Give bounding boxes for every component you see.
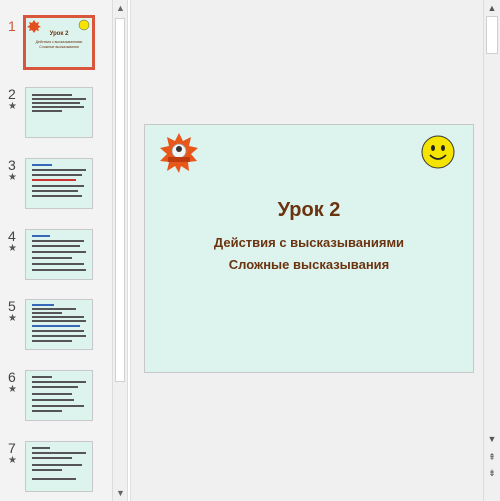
scroll-up-arrow-icon[interactable]: ▲ xyxy=(116,4,125,13)
thumb-text-line xyxy=(32,106,84,108)
slide-thumbnail-4[interactable] xyxy=(25,229,93,280)
thumb-text-line xyxy=(32,457,72,459)
slide-title[interactable]: Урок 2 xyxy=(145,199,473,222)
thumb-text-line xyxy=(32,102,80,104)
thumb-text-line xyxy=(32,376,52,378)
thumb-text-line xyxy=(32,251,86,253)
thumb-text-line xyxy=(32,257,72,259)
thumb-text-line xyxy=(32,464,82,466)
thumb-text-line xyxy=(32,164,52,166)
scroll-down-arrow-icon[interactable]: ▼ xyxy=(116,489,125,498)
red-star-badge-icon xyxy=(160,133,198,173)
slide-thumbnail-5[interactable] xyxy=(25,299,93,350)
thumb-text-line xyxy=(32,304,54,306)
thumb-text-line xyxy=(32,399,74,401)
thumb-text-line xyxy=(32,110,62,112)
slide-number: 1 xyxy=(8,18,16,34)
animation-star-icon: ★ xyxy=(8,243,17,254)
slide-thumbnail-1[interactable]: Урок 2 Действия с высказываниями Сложные… xyxy=(23,15,95,70)
editor-scrollbar[interactable]: ▲ ▼ ⇞ ⇟ xyxy=(483,0,500,501)
slide-number: 7 xyxy=(8,440,16,456)
next-slide-icon[interactable]: ⇟ xyxy=(486,468,498,478)
thumb-text-line xyxy=(32,469,62,471)
animation-star-icon: ★ xyxy=(8,172,17,183)
thumb-text-line xyxy=(32,330,84,332)
thumb-text-line xyxy=(32,98,86,100)
scroll-down-arrow-icon[interactable]: ▼ xyxy=(486,434,498,444)
previous-slide-icon[interactable]: ⇞ xyxy=(486,452,498,462)
thumb-text-line xyxy=(32,94,72,96)
thumb-text-line xyxy=(32,325,80,327)
main-slide[interactable]: Урок 2 Действия с высказываниями Сложные… xyxy=(144,124,474,373)
thumb-text-line xyxy=(32,185,84,187)
thumb-text-line xyxy=(32,308,76,310)
thumb-text-line xyxy=(32,320,86,322)
slide-number: 2 xyxy=(8,86,16,102)
animation-star-icon: ★ xyxy=(8,384,17,395)
scroll-up-arrow-icon[interactable]: ▲ xyxy=(486,3,498,13)
slide-number: 4 xyxy=(8,228,16,244)
scrollbar-thumb[interactable] xyxy=(486,16,498,54)
thumb-text-line xyxy=(32,386,78,388)
slide-number: 3 xyxy=(8,157,16,173)
slide-thumbnail-3[interactable] xyxy=(25,158,93,209)
slide-thumbnail-7[interactable] xyxy=(25,441,93,492)
thumb-text-line xyxy=(32,410,62,412)
animation-star-icon: ★ xyxy=(8,313,17,324)
slide-thumbnail-6[interactable] xyxy=(25,370,93,421)
thumb-text-line xyxy=(32,240,84,242)
thumb-text-line xyxy=(32,381,86,383)
thumb-text-line xyxy=(32,335,86,337)
thumbnail-title: Урок 2 xyxy=(49,31,69,37)
slide-number: 5 xyxy=(8,298,16,314)
slide-subtitle-line-2[interactable]: Сложные высказывания xyxy=(145,257,473,272)
thumb-text-line xyxy=(32,190,78,192)
thumb-text-line xyxy=(32,169,86,171)
slide-number: 6 xyxy=(8,369,16,385)
scrollbar-thumb[interactable] xyxy=(115,18,125,382)
thumb-text-line xyxy=(32,263,84,265)
thumbnail-scrollbar[interactable]: ▲ ▼ xyxy=(112,0,128,501)
thumb-text-line xyxy=(32,245,80,247)
thumb-text-line xyxy=(32,447,50,449)
thumb-text-line xyxy=(32,195,82,197)
thumb-text-line xyxy=(32,316,84,318)
smiley-face-icon xyxy=(78,19,90,31)
thumb-text-line xyxy=(32,235,50,237)
thumb-text-line xyxy=(32,452,86,454)
thumb-text-line xyxy=(32,174,82,176)
animation-star-icon: ★ xyxy=(8,101,17,112)
smiley-face-icon xyxy=(421,135,455,169)
slide-thumbnail-pane: 1 Урок 2 Действия с высказываниями Сложн… xyxy=(0,0,112,501)
animation-star-icon: ★ xyxy=(8,455,17,466)
thumb-text-line xyxy=(32,269,86,271)
thumb-text-line xyxy=(32,312,62,314)
slide-thumbnail-2[interactable] xyxy=(25,87,93,138)
thumbnail-subtitle-1: Действия с высказываниями xyxy=(35,40,83,44)
thumb-text-line xyxy=(32,340,72,342)
slide-subtitle-line-1[interactable]: Действия с высказываниями xyxy=(145,235,473,250)
thumb-text-line xyxy=(32,179,76,181)
thumb-text-line xyxy=(32,405,84,407)
thumb-text-line xyxy=(32,478,76,480)
thumb-text-line xyxy=(32,393,72,395)
thumbnail-subtitle-2: Сложные высказывания xyxy=(39,45,79,49)
